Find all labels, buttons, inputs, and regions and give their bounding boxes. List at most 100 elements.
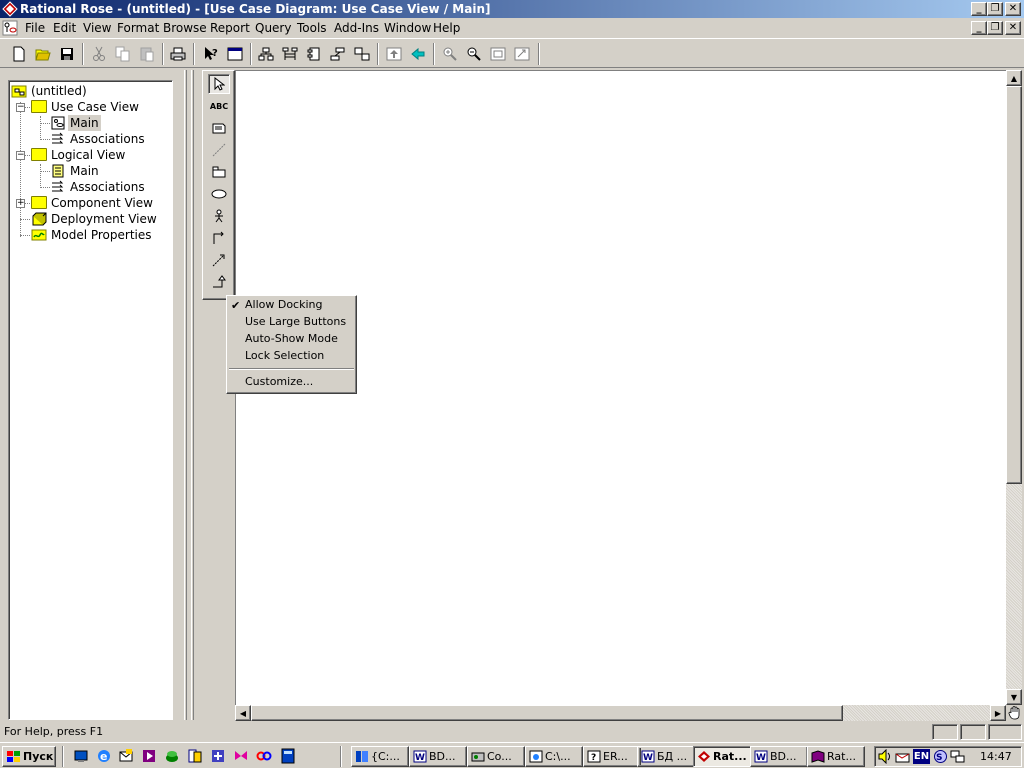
media-player-icon[interactable] [141, 748, 157, 764]
menu-add-ins[interactable]: Add-Ins [334, 21, 379, 36]
task-button[interactable]: Rat... [807, 746, 865, 767]
open-button[interactable] [32, 43, 54, 65]
collapse-icon[interactable]: − [16, 151, 25, 160]
minimize-button[interactable]: _ [971, 2, 987, 16]
cut-button[interactable] [88, 43, 110, 65]
undo-fit-in-window-button[interactable] [511, 43, 533, 65]
scroll-right-button[interactable]: ▶ [990, 705, 1006, 721]
antivirus-icon[interactable]: S [933, 749, 948, 764]
sql-server-icon[interactable] [164, 748, 180, 764]
panel-splitter[interactable] [181, 70, 199, 720]
vertical-scroll-thumb[interactable] [1006, 86, 1022, 484]
text-box-tool-button[interactable]: ABC [208, 96, 230, 116]
context-help-button[interactable]: ? [200, 43, 222, 65]
horizontal-scroll-thumb[interactable] [251, 705, 843, 721]
menu-view[interactable]: View [83, 21, 111, 36]
volume-icon[interactable] [878, 749, 892, 764]
new-button[interactable] [8, 43, 30, 65]
menu-item-customize[interactable]: Customize... [245, 374, 313, 390]
fit-in-window-button[interactable] [487, 43, 509, 65]
package-tool-button[interactable] [208, 162, 230, 182]
task-button[interactable]: {C:... [351, 746, 409, 767]
scroll-left-button[interactable]: ◀ [235, 705, 251, 721]
save-button[interactable] [56, 43, 78, 65]
generalization-tool-button[interactable] [208, 272, 230, 292]
collapse-icon[interactable]: − [16, 103, 25, 112]
menu-file[interactable]: File [25, 21, 45, 36]
scroll-down-button[interactable]: ▼ [1006, 689, 1022, 705]
mdi-minimize-button[interactable]: _ [971, 21, 987, 35]
task-button-active[interactable]: Rat... [693, 746, 751, 767]
mail-notify-icon[interactable] [895, 750, 911, 763]
browse-class-diagram-button[interactable] [255, 43, 277, 65]
zoom-out-button[interactable] [463, 43, 485, 65]
browse-component-diagram-button[interactable] [303, 43, 325, 65]
menu-item-allow-docking[interactable]: Allow Docking [245, 297, 323, 313]
tree-node-logical-associations[interactable]: Associations [9, 179, 169, 195]
copy-button[interactable] [112, 43, 134, 65]
dependency-tool-button[interactable] [208, 250, 230, 270]
menu-item-lock-selection[interactable]: Lock Selection [245, 348, 324, 364]
file-manager-icon[interactable] [187, 748, 203, 764]
language-indicator[interactable]: EN [913, 749, 930, 764]
calculator-icon[interactable] [280, 748, 296, 764]
use-case-tool-button[interactable] [208, 184, 230, 204]
zoom-in-button[interactable] [439, 43, 461, 65]
outlook-express-icon[interactable] [118, 748, 134, 764]
vertical-scrollbar[interactable]: ▲ ▼ [1006, 70, 1022, 705]
view-documentation-button[interactable] [224, 43, 246, 65]
browse-state-diagram-button[interactable] [327, 43, 349, 65]
rational-rose-app-icon[interactable] [2, 1, 18, 17]
menu-window[interactable]: Window [384, 21, 431, 36]
pan-hand-button[interactable] [1006, 705, 1022, 721]
tree-node-model-properties[interactable]: Model Properties [9, 227, 169, 243]
start-button[interactable]: Пуск [2, 746, 56, 767]
tree-node-deployment-view[interactable]: Deployment View [9, 211, 169, 227]
tree-node-use-case-main[interactable]: Main [9, 115, 169, 131]
task-button[interactable]: C:\... [525, 746, 583, 767]
browse-interaction-diagram-button[interactable] [279, 43, 301, 65]
task-button[interactable]: W BD... [750, 746, 808, 767]
network-tool-icon[interactable] [210, 748, 226, 764]
show-desktop-icon[interactable] [73, 748, 89, 764]
print-button[interactable] [167, 43, 189, 65]
menu-query[interactable]: Query [255, 21, 291, 36]
close-button[interactable]: ✕ [1005, 2, 1021, 16]
horizontal-scrollbar[interactable]: ◀ ▶ [235, 705, 1006, 721]
menu-report[interactable]: Report [210, 21, 250, 36]
tree-node-component-view[interactable]: + Component View [9, 195, 169, 211]
menu-format[interactable]: Format [117, 21, 159, 36]
internet-explorer-icon[interactable]: e [96, 748, 112, 764]
menu-browse[interactable]: Browse [163, 21, 207, 36]
chain-link-icon[interactable] [256, 748, 272, 764]
task-button[interactable]: W BD... [409, 746, 467, 767]
menu-item-auto-show-mode[interactable]: Auto-Show Mode [245, 331, 338, 347]
menu-help[interactable]: Help [433, 21, 460, 36]
restore-button[interactable]: ❐ [987, 2, 1003, 16]
clock[interactable]: 14:47 [980, 750, 1012, 763]
paste-button[interactable] [136, 43, 158, 65]
mdi-restore-button[interactable]: ❐ [987, 21, 1003, 35]
task-button[interactable]: ? ER... [583, 746, 641, 767]
browse-parent-button[interactable] [383, 43, 405, 65]
expand-icon[interactable]: + [16, 199, 25, 208]
menu-item-use-large-buttons[interactable]: Use Large Buttons [245, 314, 346, 330]
anchor-note-tool-button[interactable] [208, 140, 230, 160]
model-browser-tree[interactable]: (untitled) − Use Case View Main Associat… [8, 80, 173, 720]
scroll-up-button[interactable]: ▲ [1006, 70, 1022, 86]
network-icon[interactable] [950, 749, 965, 764]
menu-edit[interactable]: Edit [53, 21, 76, 36]
butterfly-icon[interactable] [233, 748, 249, 764]
tree-node-logical-main[interactable]: Main [9, 163, 169, 179]
task-button[interactable]: W БД ... [637, 746, 695, 767]
browse-deployment-diagram-button[interactable] [351, 43, 373, 65]
diagram-window-icon[interactable] [2, 20, 18, 36]
tree-node-use-case-view[interactable]: − Use Case View [9, 99, 169, 115]
task-button[interactable]: Co... [467, 746, 525, 767]
mdi-close-button[interactable]: ✕ [1005, 21, 1021, 35]
tree-node-use-case-associations[interactable]: Associations [9, 131, 169, 147]
note-tool-button[interactable] [208, 118, 230, 138]
selection-tool-button[interactable] [208, 74, 230, 94]
menu-tools[interactable]: Tools [297, 21, 327, 36]
browse-previous-button[interactable] [407, 43, 429, 65]
